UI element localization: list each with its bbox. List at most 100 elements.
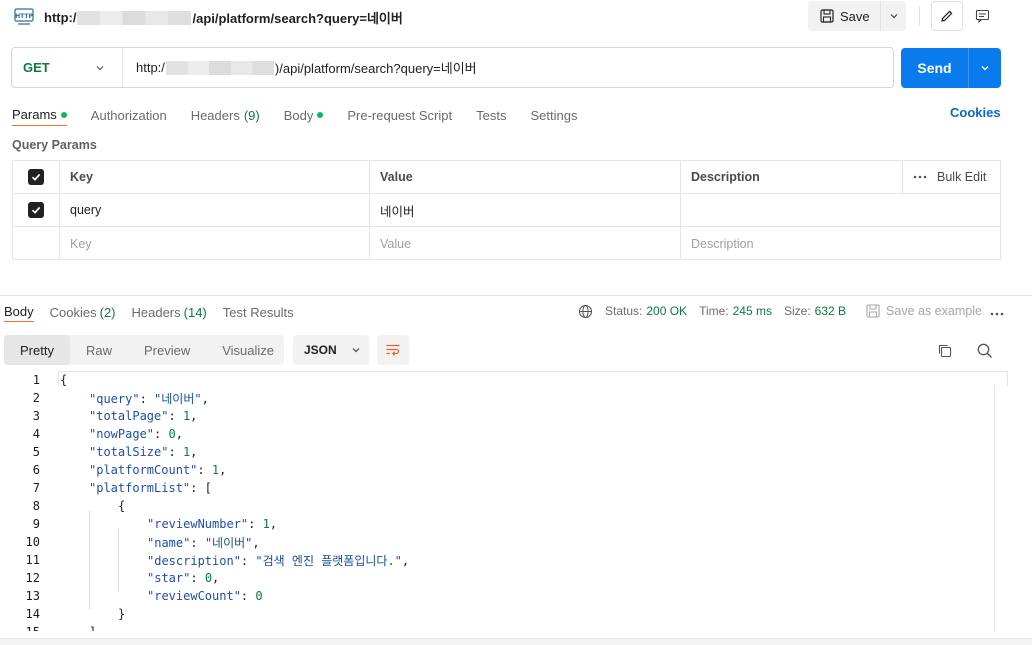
size-value[interactable]: 632 B <box>815 304 846 318</box>
response-body-editor[interactable]: 1 {2 "query": "네이버", 3 "totalPage": 1, 4 "nowP… <box>0 371 1010 631</box>
code-token: : <box>154 427 169 441</box>
new-description-input[interactable]: Description <box>680 227 1000 260</box>
code-token: { <box>60 373 68 387</box>
tab-params[interactable]: Params <box>12 104 67 126</box>
code-token: 0 <box>204 571 213 585</box>
save-button-group: Save <box>808 1 906 31</box>
tab-tests[interactable]: Tests <box>476 104 506 126</box>
format-type-select[interactable]: JSON <box>293 335 369 365</box>
tab-prerequest-label: Pre-request Script <box>347 107 453 123</box>
response-tabs: Body Cookies (2) Headers (14) Test Resul… <box>4 302 310 324</box>
code-token: "platformList" <box>89 481 191 495</box>
select-all-cell <box>13 161 59 193</box>
svg-text:HTTP: HTTP <box>15 13 33 20</box>
indent-guide <box>118 529 119 591</box>
request-tabs: Params Authorization Headers (9) Body Pr… <box>12 104 601 128</box>
param-value-field[interactable]: 네이버 <box>369 194 680 226</box>
code-token: 0 <box>168 427 176 441</box>
redacted-host <box>77 10 192 25</box>
code-token: , <box>212 571 220 585</box>
pencil-icon <box>941 10 953 22</box>
tab-headers-label: Headers <box>190 107 240 123</box>
edit-button[interactable] <box>931 1 963 31</box>
format-pretty[interactable]: Pretty <box>4 335 70 365</box>
code-line: 4 "nowPage": 0, <box>0 425 1000 443</box>
code-token: 0 <box>255 589 263 603</box>
tab-pre-request-script[interactable]: Pre-request Script <box>347 104 452 126</box>
tab-tests-label: Tests <box>476 107 507 123</box>
response-meta: Status: 200 OK Time: 245 ms Size: 632 B … <box>578 302 982 320</box>
tab-response-cookies[interactable]: Cookies (2) <box>50 302 116 322</box>
code-token: "네이버" <box>204 535 253 550</box>
search-button[interactable] <box>976 342 994 360</box>
send-button[interactable]: Send <box>901 48 968 88</box>
code-line: 7 "platformList": [ <box>0 479 1000 497</box>
bulk-edit-label: Bulk Edit <box>937 170 987 184</box>
response-divider[interactable] <box>0 295 1032 296</box>
code-token: , <box>252 535 260 550</box>
code-token: "name" <box>147 535 191 550</box>
tab-test-results[interactable]: Test Results <box>223 302 294 322</box>
tab-response-cookies-label: Cookies <box>49 304 97 320</box>
code-token: "네이버" <box>154 391 202 406</box>
param-key-field[interactable]: query <box>59 194 369 226</box>
response-more-button[interactable] <box>990 304 1004 319</box>
comments-button[interactable] <box>966 1 998 31</box>
bulk-edit-button[interactable]: Bulk Edit <box>902 161 1000 193</box>
tab-response-headers[interactable]: Headers (14) <box>132 302 207 322</box>
tab-response-body[interactable]: Body <box>4 302 34 322</box>
globe-icon[interactable] <box>578 304 593 319</box>
row-enabled-checkbox[interactable] <box>28 202 44 218</box>
code-token: "reviewNumber" <box>147 517 249 531</box>
code-line: 2 "query": "네이버", <box>0 389 1000 407</box>
format-visualize[interactable]: Visualize <box>206 335 290 365</box>
code-text: } <box>118 607 125 621</box>
column-header-description: Description <box>680 161 902 193</box>
code-line: 3 "totalPage": 1, <box>0 407 1000 425</box>
line-number: 14 <box>25 607 40 621</box>
tab-settings[interactable]: Settings <box>530 104 577 126</box>
new-key-input[interactable]: Key <box>59 227 369 260</box>
status-value[interactable]: 200 OK <box>646 304 687 318</box>
url-input[interactable]: http:/ )/api/platform/search?query=네이버 <box>123 48 893 87</box>
tab-authorization[interactable]: Authorization <box>91 104 167 126</box>
code-token: 1 <box>262 517 270 531</box>
wrap-lines-button[interactable] <box>377 335 409 365</box>
body-active-dot <box>317 112 324 118</box>
code-text: "name": "네이버", <box>147 534 260 551</box>
code-text: "totalSize": 1, <box>89 445 197 459</box>
tab-params-label: Params <box>12 107 57 122</box>
request-name[interactable]: http:/ /api/platform/search?query=네이버 <box>44 8 403 27</box>
code-text: "query": "네이버", <box>89 390 209 407</box>
code-line: 13 "reviewCount": 0 <box>0 587 1000 605</box>
save-as-example-button[interactable]: Save as example <box>866 304 982 318</box>
table-row-new: Key Value Description <box>13 227 1000 260</box>
select-all-checkbox[interactable] <box>28 169 44 185</box>
row-checkbox-cell <box>13 194 59 226</box>
save-button[interactable]: Save <box>808 1 880 31</box>
code-token: , <box>401 553 410 568</box>
headers-count: (9) <box>243 107 260 123</box>
method-selector[interactable]: GET <box>12 48 123 87</box>
more-horizontal-icon <box>913 175 927 179</box>
cookies-link[interactable]: Cookies <box>950 105 1001 120</box>
code-text: "reviewCount": 0 <box>147 589 263 603</box>
copy-button[interactable] <box>936 342 954 360</box>
code-text: "nowPage": 0, <box>89 427 183 441</box>
code-token: : <box>168 445 183 459</box>
query-params-table: Key Value Description Bulk Edit query 네이… <box>12 160 1001 260</box>
time-value[interactable]: 245 ms <box>733 304 772 318</box>
chevron-down-icon <box>890 14 897 19</box>
table-row: query 네이버 <box>13 194 1000 227</box>
format-raw[interactable]: Raw <box>70 335 128 365</box>
code-token: : <box>240 589 256 603</box>
new-value-input[interactable]: Value <box>369 227 680 260</box>
more-horizontal-icon <box>990 312 1004 316</box>
send-dropdown-button[interactable] <box>968 48 1001 88</box>
tab-headers[interactable]: Headers (9) <box>191 104 260 126</box>
save-dropdown-button[interactable] <box>880 1 906 31</box>
tab-body[interactable]: Body <box>284 104 324 126</box>
format-preview[interactable]: Preview <box>128 335 206 365</box>
code-token: "검색 엔진 플랫폼입니다." <box>255 553 402 568</box>
param-description-field[interactable] <box>680 194 1000 226</box>
